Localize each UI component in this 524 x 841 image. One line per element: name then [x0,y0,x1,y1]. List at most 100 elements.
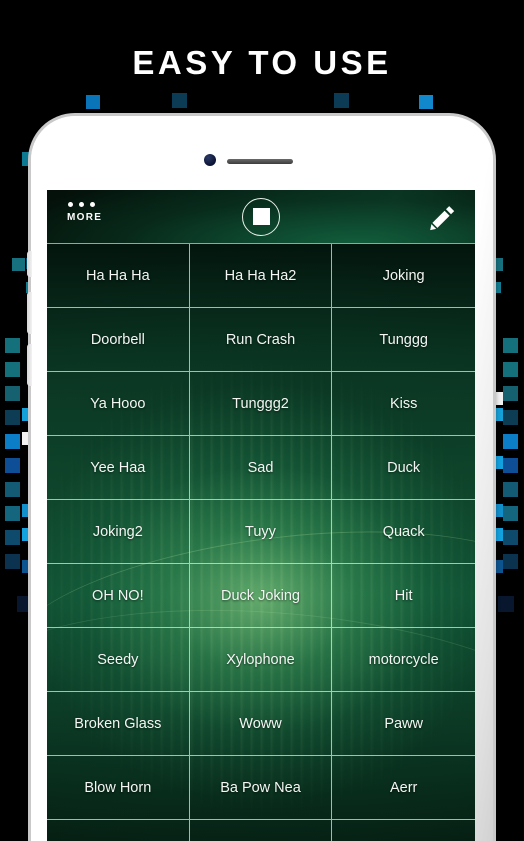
deco-square-left [12,258,25,271]
sound-cell[interactable]: motorcycle [332,628,475,692]
deco-square-right [503,458,518,473]
sound-cell[interactable] [190,820,333,841]
sound-cell[interactable]: Paww [332,692,475,756]
sound-cell-label: Broken Glass [74,715,162,732]
deco-square-right [503,362,518,377]
sound-button-grid: Ha Ha Ha Ha Ha Ha2 Joking Doorbell Run Crash… [47,244,475,841]
page-title: EASY TO USE [132,44,392,81]
edit-button[interactable] [425,199,461,235]
sound-cell-label: Woww [239,715,282,732]
earpiece-speaker [227,159,293,164]
deco-square-left [5,506,20,521]
sound-cell[interactable]: Broken Glass [47,692,190,756]
sound-cell-label: Tunggg2 [232,395,289,412]
phone-side-button-volume-down [27,344,32,386]
deco-square-top [172,93,187,108]
deco-square-left [5,386,20,401]
sound-cell-label: Ya Hooo [90,395,146,412]
sound-cell-label: Xylophone [226,651,295,668]
deco-square-left [5,338,20,353]
sound-cell[interactable]: Tuyy [189,500,333,564]
sound-cell-label: Yee Haa [90,459,146,476]
sound-cell[interactable]: Kiss [332,372,475,436]
sound-cell[interactable] [47,820,190,841]
sound-cell-label: Ha Ha Ha [85,267,150,284]
deco-square-right [503,386,518,401]
sound-cell[interactable] [332,820,475,841]
sound-cell[interactable]: Ya Hooo [47,372,190,436]
sound-cell[interactable]: Duck [332,436,475,500]
sound-cell[interactable]: Run Crash [189,308,333,372]
sound-cell-label: Duck Joking [221,587,300,604]
front-camera [204,154,216,166]
sound-cell-label: Joking [382,267,425,284]
deco-square-left [5,458,20,473]
sound-cell[interactable]: Hit [332,564,475,628]
deco-square-left [5,554,20,569]
sound-cell[interactable]: Ba Pow Nea [189,756,333,820]
deco-square-right [503,338,518,353]
deco-square-left [5,362,20,377]
deco-square-left [5,530,20,545]
deco-square-right [503,530,518,545]
more-button-label: MORE [67,212,103,223]
three-dots-icon [68,202,125,207]
sound-cell[interactable]: Quack [332,500,475,564]
promo-screenshot: EASY TO USE MORE Ha Ha Ha Ha Ha Ha2 Joki… [0,0,524,841]
deco-square-left [5,410,20,425]
deco-square-right [498,596,514,612]
sound-cell-label: Tuyy [245,523,276,540]
sound-cell-label: Kiss [389,395,418,412]
sound-board-background: Ha Ha Ha Ha Ha Ha2 Joking Doorbell Run Crash… [47,244,475,841]
sound-cell[interactable]: Xylophone [189,628,333,692]
sound-cell[interactable]: Joking2 [47,500,190,564]
sound-cell[interactable]: Sad [189,436,333,500]
deco-square-right [503,434,518,449]
pencil-icon [430,205,455,230]
sound-cell-label: Seedy [97,651,139,668]
sound-cell[interactable]: Woww [189,692,333,756]
sound-cell-label: motorcycle [368,651,439,668]
phone-side-button-top [27,251,32,277]
app-header-bar: MORE [47,190,475,244]
sound-cell-label: Ba Pow Nea [220,779,301,796]
sound-cell-label: Blow Horn [84,779,152,796]
deco-square-left [5,482,20,497]
sound-cell[interactable]: Seedy [47,628,190,692]
sound-cell[interactable]: Joking [332,244,475,308]
phone-mockup: MORE Ha Ha Ha Ha Ha Ha2 Joking Doorbell … [27,116,493,841]
sound-cell[interactable]: Blow Horn [47,756,190,820]
sound-cell-label: OH NO! [92,587,144,604]
sound-cell[interactable]: Aerr [332,756,475,820]
sound-cell[interactable]: Doorbell [47,308,190,372]
deco-square-right [503,410,518,425]
sound-cell-label: Paww [384,715,423,732]
sound-cell-label: Ha Ha Ha2 [224,267,297,284]
sound-cell[interactable]: Duck Joking [189,564,333,628]
deco-square-right [503,506,518,521]
sound-cell[interactable]: Ha Ha Ha [47,244,190,308]
more-button[interactable]: MORE [67,202,125,234]
sound-cell-label: Joking2 [92,523,143,540]
deco-square-right [503,554,518,569]
deco-square-right [503,482,518,497]
sound-cell-label: Sad [247,459,274,476]
sound-cell[interactable]: OH NO! [47,564,190,628]
deco-square-top [334,93,349,108]
sound-cell-label: Quack [382,523,425,540]
sound-cell[interactable]: Tunggg2 [189,372,333,436]
sound-cell-label: Run Crash [225,331,296,348]
stop-square-icon [252,208,270,225]
sound-cell-label: Aerr [389,779,418,796]
phone-side-button-volume-up [27,292,32,334]
sound-cell[interactable]: Yee Haa [47,436,190,500]
sound-cell-label: Hit [394,587,413,604]
deco-square-left [5,434,20,449]
app-screen: MORE Ha Ha Ha Ha Ha Ha2 Joking Doorbell … [47,190,475,841]
sound-cell[interactable]: Tunggg [332,308,475,372]
deco-square-top [86,95,100,109]
sound-cell-label: Duck [387,459,421,476]
stop-button[interactable] [242,197,280,236]
deco-square-top [419,95,433,109]
sound-cell[interactable]: Ha Ha Ha2 [189,244,333,308]
